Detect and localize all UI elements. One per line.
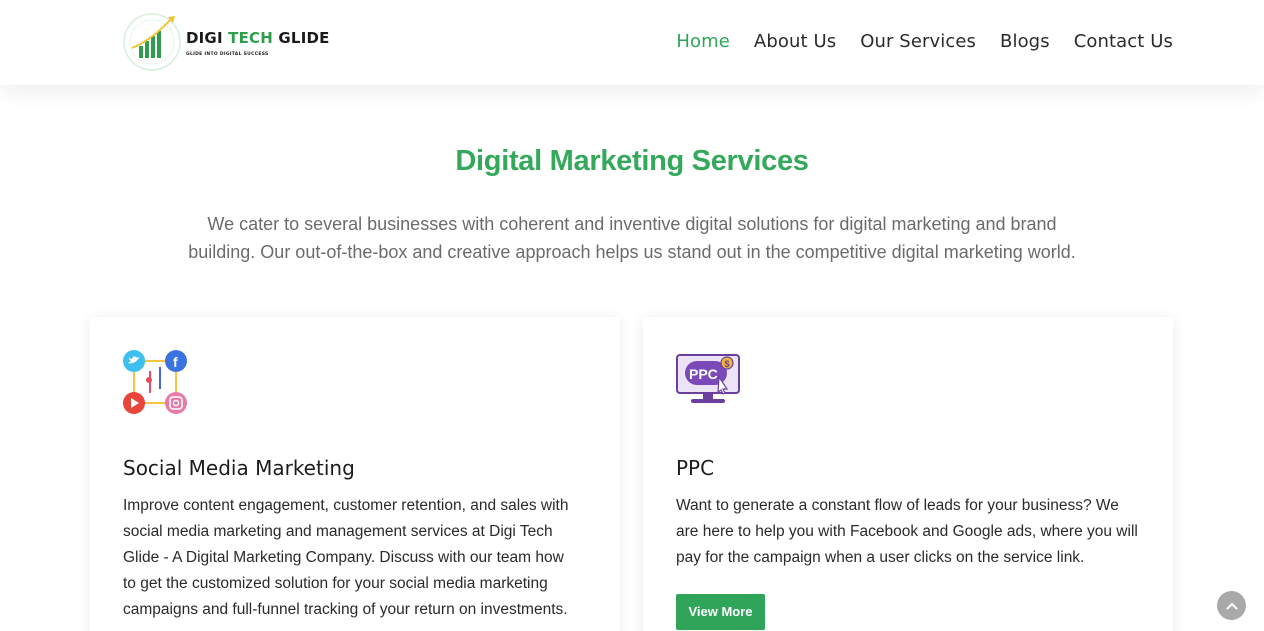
logo-word-tech: TECH xyxy=(228,29,279,47)
ppc-icon-text: PPC xyxy=(689,366,718,382)
card-description-line: to get the customized solution for your … xyxy=(123,575,548,592)
card-description-line: social media marketing and management se… xyxy=(123,523,553,540)
section-description: We cater to several businesses with cohe… xyxy=(182,210,1082,266)
section-description-line: building. Our out-of-the-box and creativ… xyxy=(188,242,1076,262)
svg-text:$: $ xyxy=(725,359,730,369)
card-description-line: Want to generate a constant flow of lead… xyxy=(676,497,1119,514)
logo-wordmark: DIGI TECH GLIDE xyxy=(186,29,330,47)
section-title: Digital Marketing Services xyxy=(455,145,809,177)
card-description: Improve content engagement, customer ret… xyxy=(123,493,593,623)
nav-blogs[interactable]: Blogs xyxy=(1000,31,1050,52)
nav-about-us[interactable]: About Us xyxy=(754,31,836,52)
logo-tagline: GLIDE INTO DIGITAL SUCCESS xyxy=(186,52,269,57)
card-description-line: campaigns and full-funnel tracking of yo… xyxy=(123,601,568,618)
chevron-up-icon xyxy=(1225,602,1238,610)
logo-word-digi: DIGI xyxy=(186,29,229,47)
scroll-to-top-button[interactable] xyxy=(1217,591,1246,620)
view-more-button[interactable]: View More xyxy=(676,594,765,630)
svg-text:f: f xyxy=(173,354,178,370)
ppc-monitor-icon: PPC $ xyxy=(676,354,740,403)
card-description-line: are here to help you with Facebook and G… xyxy=(676,523,1138,540)
card-description-line: Glide - A Digital Marketing Company. Dis… xyxy=(123,549,564,566)
logo[interactable]: DIGI TECH GLIDE GLIDE INTO DIGITAL SUCCE… xyxy=(122,12,329,74)
nav-home[interactable]: Home xyxy=(676,31,730,52)
logo-chart-icon xyxy=(123,13,181,71)
card-title: Social Media Marketing xyxy=(123,456,355,480)
logo-word-glide: GLIDE xyxy=(278,29,330,47)
card-description-line: Improve content engagement, customer ret… xyxy=(123,497,569,514)
site-header: DIGI TECH GLIDE GLIDE INTO DIGITAL SUCCE… xyxy=(0,0,1264,85)
card-description-line: pay for the campaign when a user clicks … xyxy=(676,549,1085,566)
nav-contact-us[interactable]: Contact Us xyxy=(1074,31,1173,52)
card-description: Want to generate a constant flow of lead… xyxy=(676,493,1146,571)
service-card-social-media: f Social Media Marketing Improve content… xyxy=(90,317,620,631)
section-description-line: We cater to several businesses with cohe… xyxy=(207,214,1057,234)
service-card-ppc: PPC $ PPC Want to generate a constant fl… xyxy=(643,317,1173,631)
main-nav: Home About Us Our Services Blogs Contact… xyxy=(676,31,1173,52)
card-title: PPC xyxy=(676,456,715,480)
social-media-icon: f xyxy=(123,350,187,414)
nav-our-services[interactable]: Our Services xyxy=(860,31,976,52)
